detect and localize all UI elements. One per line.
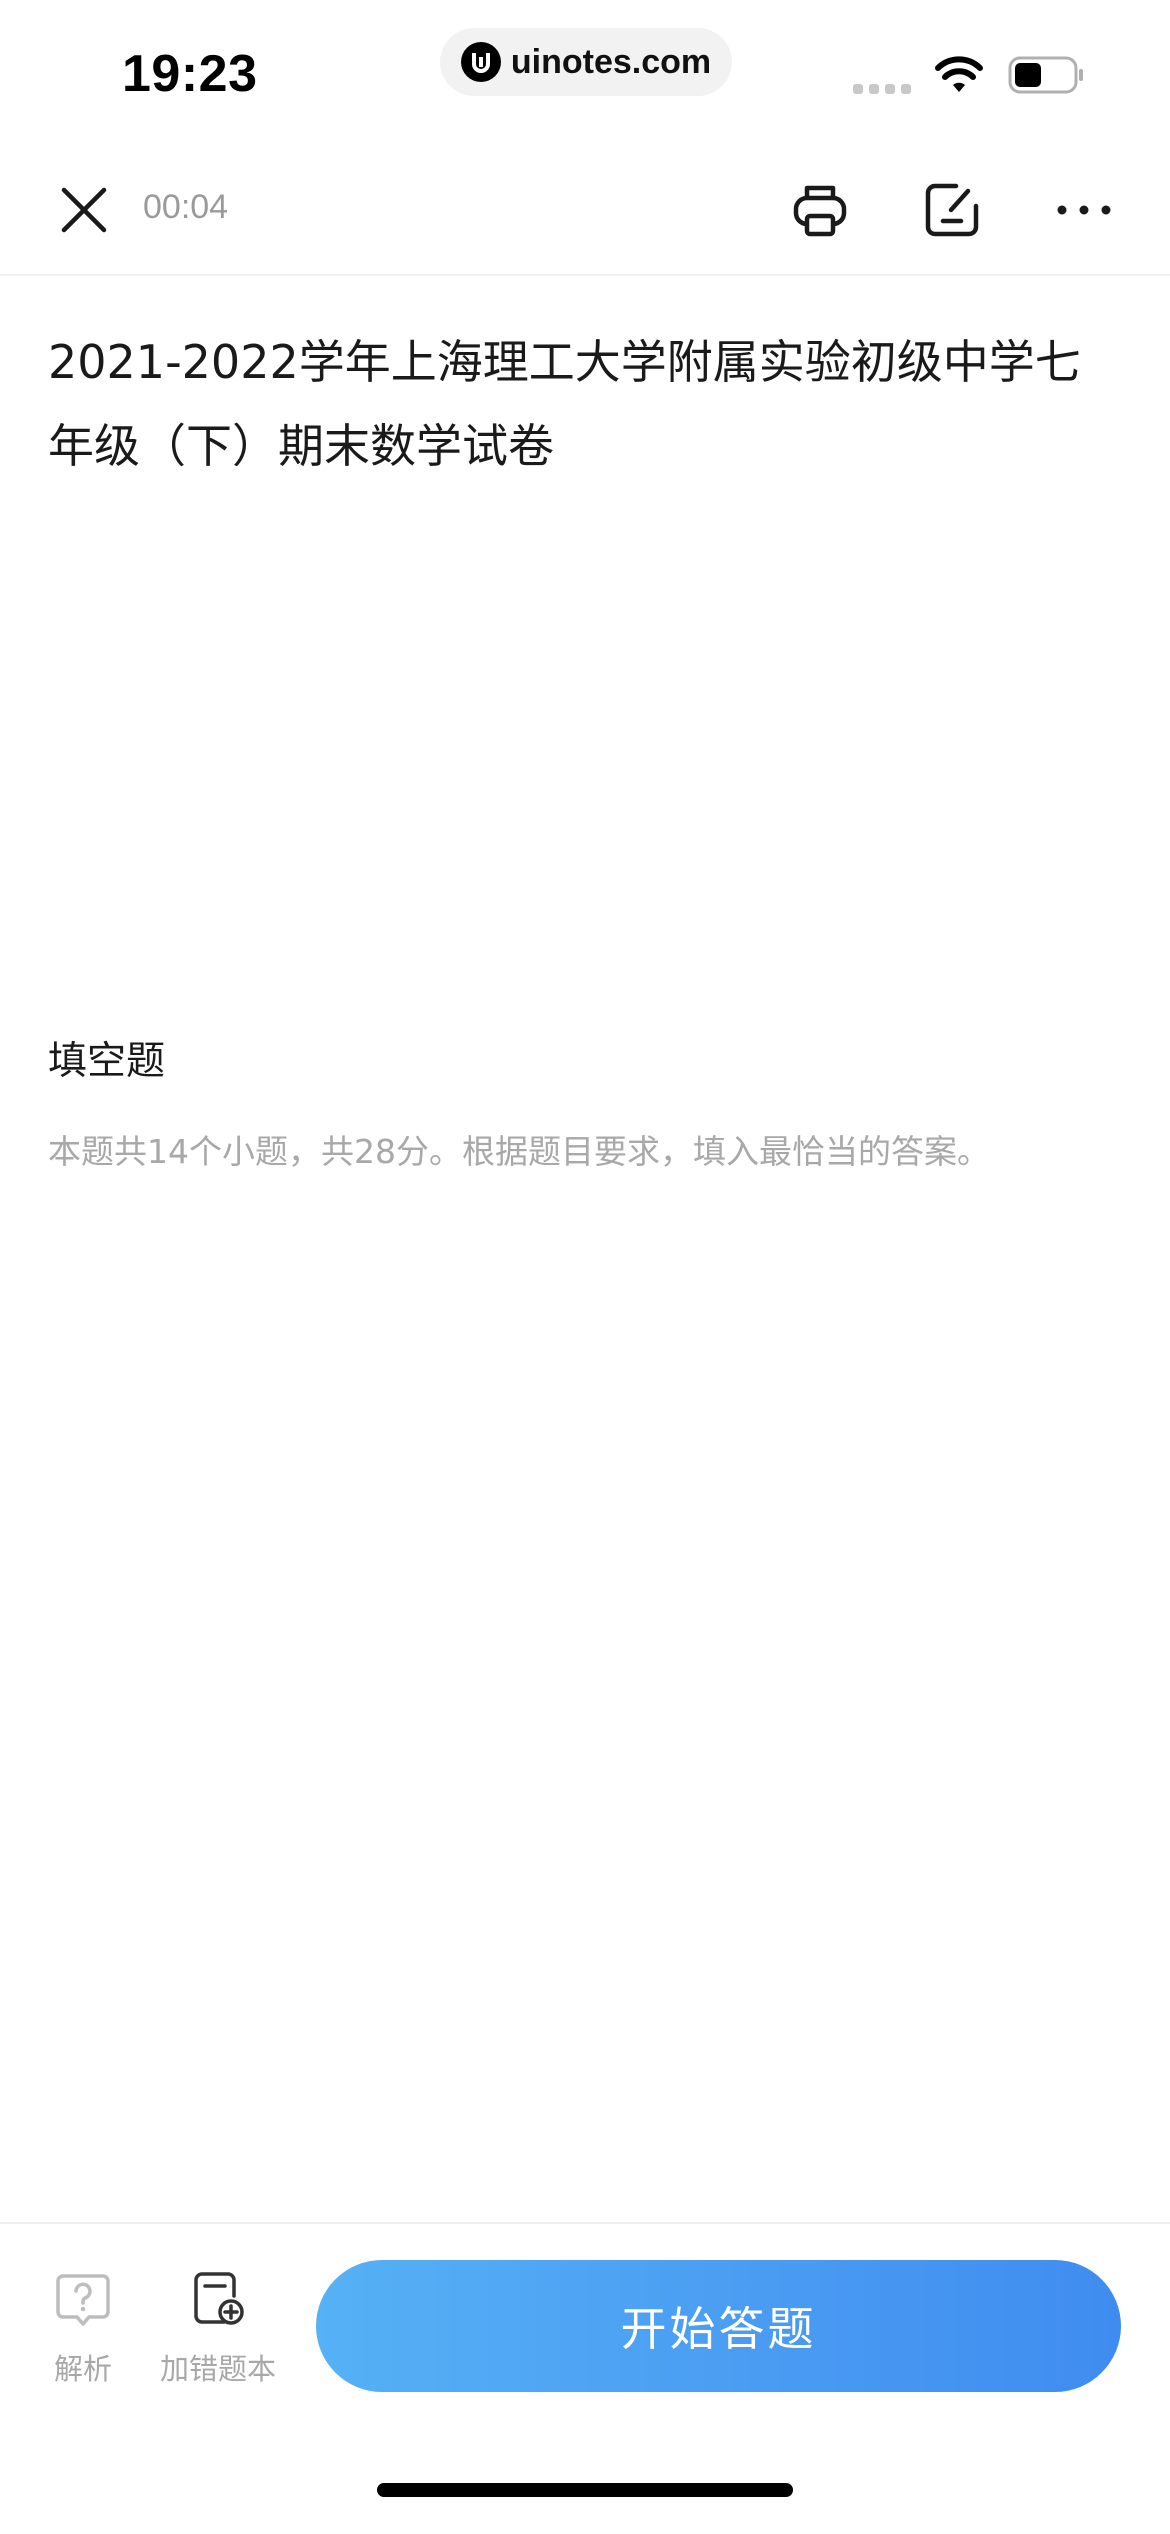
home-indicator[interactable] [377,2483,793,2497]
question-bubble-icon [56,2274,110,2326]
section-title: 填空题 [48,1039,166,1084]
printer-icon [793,185,847,237]
wrongbook-label: 加错题本 [159,2352,276,2386]
cellular-signal-icon [853,84,911,94]
status-bar: 19:23 uinotes.com [0,0,1170,150]
more-button[interactable] [1048,174,1120,246]
section-description: 本题共14个小题，共28分。根据题目要求，填入最恰当的答案。 [48,1132,990,1171]
top-toolbar: 00:04 [0,150,1170,276]
url-pill[interactable]: uinotes.com [440,28,732,96]
close-icon [61,187,107,233]
status-time: 19:23 [122,45,258,103]
analysis-button[interactable]: 解析 [40,2268,126,2388]
site-logo-icon [460,42,501,82]
analysis-label: 解析 [53,2352,112,2386]
edit-note-icon [925,183,979,237]
battery-icon [1008,56,1083,94]
print-button[interactable] [784,174,856,246]
add-to-wrongbook-button[interactable]: 加错题本 [150,2268,286,2388]
start-answering-button[interactable]: 开始答题 [316,2260,1121,2392]
close-button[interactable] [52,178,116,242]
more-dots-icon [1057,205,1111,215]
wifi-icon [935,56,983,92]
edit-note-button[interactable] [916,174,988,246]
elapsed-timer: 00:04 [143,188,229,226]
url-text: uinotes.com [510,42,712,81]
paper-title: 2021-2022学年上海理工大学附属实验初级中学七年级（下）期末数学试卷 [48,335,1081,473]
add-note-icon [194,2272,244,2325]
